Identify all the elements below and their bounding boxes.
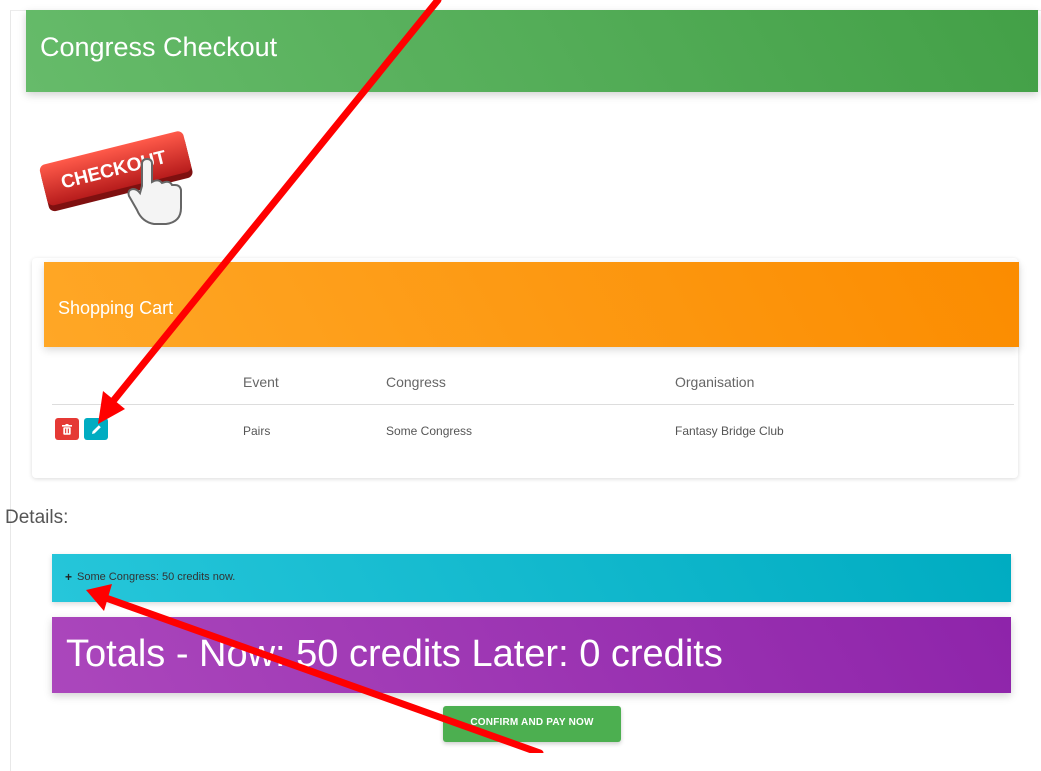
details-label: Details: xyxy=(5,507,69,528)
confirm-and-pay-button[interactable]: CONFIRM AND PAY NOW xyxy=(443,706,621,742)
totals-text: Totals - Now: 50 credits Later: 0 credit… xyxy=(66,633,723,675)
congress-detail-text: Some Congress: 50 credits now. xyxy=(77,571,236,583)
edit-button[interactable] xyxy=(84,418,108,440)
delete-button[interactable] xyxy=(55,418,79,440)
pencil-icon xyxy=(91,424,101,434)
totals-banner: Totals - Now: 50 credits Later: 0 credit… xyxy=(52,617,1011,693)
cart-header: Shopping Cart xyxy=(44,262,1019,347)
column-header-congress: Congress xyxy=(386,374,446,390)
congress-detail-toggle[interactable]: + Some Congress: 50 credits now. xyxy=(52,554,1011,602)
table-divider xyxy=(52,404,1014,405)
cart-title: Shopping Cart xyxy=(58,298,174,318)
column-header-organisation: Organisation xyxy=(675,374,755,390)
checkout-logo: CHECKOUT xyxy=(39,131,193,225)
page-title: Congress Checkout xyxy=(40,32,278,62)
cell-congress: Some Congress xyxy=(386,424,473,438)
expand-plus-icon[interactable]: + xyxy=(65,570,72,584)
cell-organisation: Fantasy Bridge Club xyxy=(675,424,784,438)
cell-event: Pairs xyxy=(243,424,271,438)
confirm-button-label: CONFIRM AND PAY NOW xyxy=(470,717,594,728)
trash-icon xyxy=(62,423,72,435)
page-header: Congress Checkout xyxy=(26,10,1038,92)
column-header-event: Event xyxy=(243,374,279,390)
